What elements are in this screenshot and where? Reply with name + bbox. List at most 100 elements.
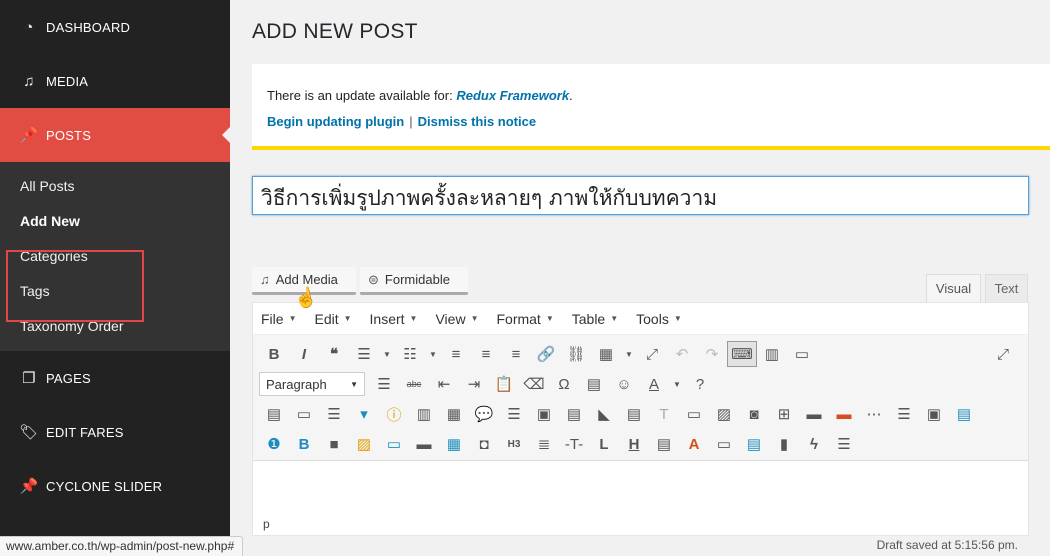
gallery-icon[interactable]: ◙ xyxy=(739,401,769,427)
format-select[interactable]: Paragraph ▼ xyxy=(259,372,365,396)
editor-content[interactable] xyxy=(253,461,1028,511)
tooltip-icon[interactable]: ▾ xyxy=(349,401,379,427)
menu-insert[interactable]: Insert ▼ xyxy=(370,311,418,327)
menu-edit[interactable]: Edit ▼ xyxy=(314,311,351,327)
rows-icon[interactable]: ☰ xyxy=(829,431,859,457)
list-box-icon[interactable]: ▤ xyxy=(259,401,289,427)
dots-icon[interactable]: ⋯ xyxy=(859,401,889,427)
emoticon-icon[interactable]: ☺ xyxy=(609,371,639,397)
read-more-icon[interactable]: ▤ xyxy=(579,371,609,397)
submenu-all-posts[interactable]: All Posts xyxy=(0,168,230,203)
strikethrough-icon[interactable]: abc xyxy=(399,371,429,397)
page-icon[interactable]: ▤ xyxy=(949,401,979,427)
document-icon[interactable]: ▤ xyxy=(619,401,649,427)
nav-media[interactable]: ♫ MEDIA xyxy=(0,54,230,108)
photo-icon[interactable]: ▨ xyxy=(349,431,379,457)
bullet-items-icon[interactable]: ☰ xyxy=(319,401,349,427)
post-title-input[interactable]: วิธีการเพิ่มรูปภาพครั้งละหลายๆ ภาพให้กับ… xyxy=(252,176,1029,215)
horizontal-line-icon[interactable]: ☰ xyxy=(369,371,399,397)
omega-icon[interactable]: Ω xyxy=(549,371,579,397)
nav-posts[interactable]: 📌 POSTS xyxy=(0,108,230,162)
battery-icon[interactable]: ▮ xyxy=(769,431,799,457)
link-icon[interactable]: 🔗 xyxy=(531,341,561,367)
alert-icon[interactable]: ⓘ xyxy=(379,401,409,427)
unlink-icon[interactable]: ⛓ xyxy=(561,341,591,367)
menu-format[interactable]: Format ▼ xyxy=(496,311,553,327)
outdent-icon[interactable]: ⇤ xyxy=(429,371,459,397)
caret-down-icon[interactable]: ▼ xyxy=(379,341,395,367)
columns-icon[interactable]: ▥ xyxy=(409,401,439,427)
numbered-list-icon[interactable]: ☷ xyxy=(395,341,425,367)
comment-icon[interactable]: 💬 xyxy=(469,401,499,427)
table-icon[interactable]: ▦ xyxy=(591,341,621,367)
bullet-list-icon[interactable]: ☰ xyxy=(349,341,379,367)
italic-icon[interactable]: I xyxy=(289,341,319,367)
fullscreen-icon[interactable]: ⤢ xyxy=(637,341,667,367)
font-icon[interactable]: T xyxy=(649,401,679,427)
submenu-categories[interactable]: Categories xyxy=(0,238,230,273)
add-image-icon[interactable]: ⊞ xyxy=(769,401,799,427)
nav-cyclone-slider[interactable]: 📌 CYCLONE SLIDER xyxy=(0,459,230,513)
frame-icon[interactable]: ▣ xyxy=(919,401,949,427)
divider-icon[interactable]: ▬ xyxy=(829,401,859,427)
caret-down-icon[interactable]: ▼ xyxy=(621,341,637,367)
h-icon[interactable]: H xyxy=(619,431,649,457)
window-icon[interactable]: ▭ xyxy=(379,431,409,457)
begin-updating-link[interactable]: Begin updating plugin xyxy=(267,114,404,129)
separator-icon[interactable]: ▬ xyxy=(409,431,439,457)
list-lines-icon[interactable]: ☰ xyxy=(499,401,529,427)
a-badge-icon[interactable]: A xyxy=(679,431,709,457)
submenu-taxonomy-order[interactable]: Taxonomy Order xyxy=(0,308,230,343)
tab-text[interactable]: Text xyxy=(985,274,1028,302)
undo-icon[interactable]: ↶ xyxy=(667,341,697,367)
caret-down-icon[interactable]: ▼ xyxy=(669,371,685,397)
align-right-icon[interactable]: ≡ xyxy=(501,341,531,367)
box-icon[interactable]: ▣ xyxy=(529,401,559,427)
note-icon[interactable]: ▤ xyxy=(559,401,589,427)
film-icon[interactable]: ▥ xyxy=(757,341,787,367)
clear-format-icon[interactable]: ⌫ xyxy=(519,371,549,397)
formidable-button[interactable]: ⊜ Formidable xyxy=(360,267,468,295)
nav-edit-fares[interactable]: 🏷 EDIT FARES xyxy=(0,405,230,459)
heading3-icon[interactable]: H3 xyxy=(499,431,529,457)
nav-dashboard[interactable]: ◔ DASHBOARD xyxy=(0,0,230,54)
b-badge-icon[interactable]: B xyxy=(289,431,319,457)
grid-icon[interactable]: ▦ xyxy=(439,401,469,427)
sheet-icon[interactable]: ▭ xyxy=(709,431,739,457)
paste-text-icon[interactable]: 📋 xyxy=(489,371,519,397)
tab-visual[interactable]: Visual xyxy=(926,274,981,302)
pdf-icon[interactable]: ▤ xyxy=(739,431,769,457)
distraction-free-icon[interactable]: ⤢ xyxy=(988,341,1018,367)
image-icon[interactable]: ▨ xyxy=(709,401,739,427)
progress-icon[interactable]: ▬ xyxy=(799,401,829,427)
submenu-tags[interactable]: Tags xyxy=(0,273,230,308)
number-badge-icon[interactable]: ❶ xyxy=(259,431,289,457)
calendar-icon[interactable]: ▦ xyxy=(439,431,469,457)
menu-table[interactable]: Table ▼ xyxy=(572,311,618,327)
redo-icon[interactable]: ↷ xyxy=(697,341,727,367)
tab-box-icon[interactable]: ▭ xyxy=(289,401,319,427)
flash-icon[interactable]: ϟ xyxy=(799,431,829,457)
caret-down-icon[interactable]: ▼ xyxy=(425,341,441,367)
contact-icon[interactable]: ◘ xyxy=(469,431,499,457)
align-center-icon[interactable]: ≡ xyxy=(471,341,501,367)
dismiss-notice-link[interactable]: Dismiss this notice xyxy=(418,114,536,129)
l-icon[interactable]: L xyxy=(589,431,619,457)
menu-file[interactable]: File ▼ xyxy=(261,311,296,327)
menu-view[interactable]: View ▼ xyxy=(435,311,478,327)
toolbar-toggle-icon[interactable]: ▭ xyxy=(787,341,817,367)
doc-lines-icon[interactable]: ▤ xyxy=(649,431,679,457)
keyboard-icon[interactable]: ⌨ xyxy=(727,341,757,367)
lines-icon[interactable]: ☰ xyxy=(889,401,919,427)
t-line-icon[interactable]: -T- xyxy=(559,431,589,457)
text-color-icon[interactable]: A xyxy=(639,371,669,397)
nav-pages[interactable]: ❐ PAGES xyxy=(0,351,230,405)
align-left-icon[interactable]: ≡ xyxy=(441,341,471,367)
blockquote-icon[interactable]: ❝ xyxy=(319,341,349,367)
video-icon[interactable]: ■ xyxy=(319,431,349,457)
bold-icon[interactable]: B xyxy=(259,341,289,367)
text-lines-icon[interactable]: ≣ xyxy=(529,431,559,457)
indent-icon[interactable]: ⇥ xyxy=(459,371,489,397)
menu-tools[interactable]: Tools ▼ xyxy=(636,311,682,327)
notice-plugin-link[interactable]: Redux Framework xyxy=(456,88,569,103)
